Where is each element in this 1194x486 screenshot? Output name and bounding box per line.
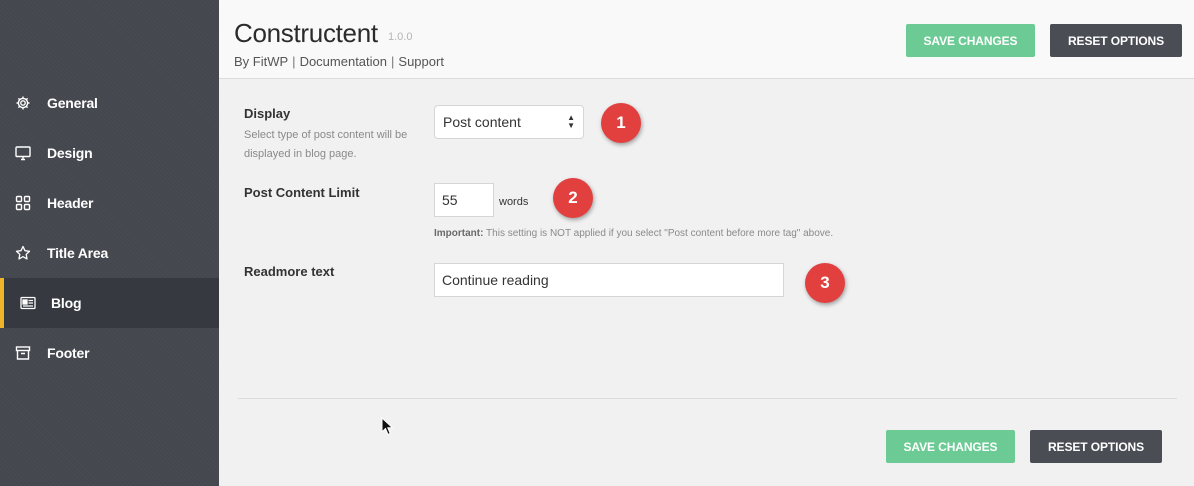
version-label: 1.0.0: [388, 31, 413, 43]
separator: |: [391, 54, 395, 69]
mouse-cursor-icon: [381, 417, 394, 436]
gear-icon: [14, 94, 32, 112]
documentation-link[interactable]: Documentation: [300, 54, 387, 69]
sidebar-nav: General Design Header Title Area Blog Fo…: [0, 78, 219, 378]
display-select[interactable]: Post content ▲ ▼: [434, 105, 584, 139]
select-arrows-icon: ▲ ▼: [567, 113, 575, 130]
display-select-value: Post content: [443, 114, 521, 130]
sidebar-item-label: Footer: [47, 345, 90, 361]
save-button[interactable]: SAVE CHANGES: [906, 24, 1035, 57]
grid-icon: [14, 194, 32, 212]
sidebar-item-design[interactable]: Design: [0, 128, 219, 178]
sidebar-item-general[interactable]: General: [0, 78, 219, 128]
support-link[interactable]: Support: [398, 54, 444, 69]
limit-note: Important: This setting is NOT applied i…: [434, 228, 833, 239]
sidebar-item-blog[interactable]: Blog: [0, 278, 219, 328]
divider: [238, 398, 1177, 399]
limit-label: Post Content Limit: [244, 185, 360, 200]
display-description: Select type of post content will be disp…: [244, 129, 408, 160]
sidebar-item-header[interactable]: Header: [0, 178, 219, 228]
archive-icon: [14, 344, 32, 362]
sidebar: General Design Header Title Area Blog Fo…: [0, 0, 219, 486]
separator: |: [292, 54, 296, 69]
author-text: By FitWP: [234, 54, 289, 69]
display-label: Display: [244, 106, 291, 121]
byline: By FitWP | Documentation | Support: [234, 54, 444, 69]
note-text: This setting is NOT applied if you selec…: [483, 228, 834, 239]
limit-input[interactable]: 55: [434, 183, 494, 217]
monitor-icon: [14, 144, 32, 162]
step-badge: 2: [553, 178, 593, 218]
limit-unit: words: [499, 196, 529, 208]
footer-reset-button[interactable]: RESET OPTIONS: [1030, 430, 1162, 463]
sidebar-item-label: General: [47, 95, 98, 111]
page-title: Constructent: [234, 18, 378, 48]
sidebar-item-label: Header: [47, 195, 94, 211]
footer-save-button[interactable]: SAVE CHANGES: [886, 430, 1015, 463]
sidebar-item-label: Title Area: [47, 245, 109, 261]
star-icon: [14, 244, 32, 262]
sidebar-item-title-area[interactable]: Title Area: [0, 228, 219, 278]
step-badge: 3: [805, 263, 845, 303]
sidebar-item-label: Blog: [51, 295, 82, 311]
page-header: Constructent 1.0.0 By FitWP | Documentatio…: [219, 0, 1194, 79]
readmore-input[interactable]: Continue reading: [434, 263, 784, 297]
blog-icon: [19, 294, 37, 312]
sidebar-item-label: Design: [47, 145, 93, 161]
step-badge: 1: [601, 103, 641, 143]
note-strong: Important:: [434, 228, 484, 239]
readmore-label: Readmore text: [244, 264, 335, 279]
reset-button[interactable]: RESET OPTIONS: [1050, 24, 1182, 57]
sidebar-item-footer[interactable]: Footer: [0, 328, 219, 378]
